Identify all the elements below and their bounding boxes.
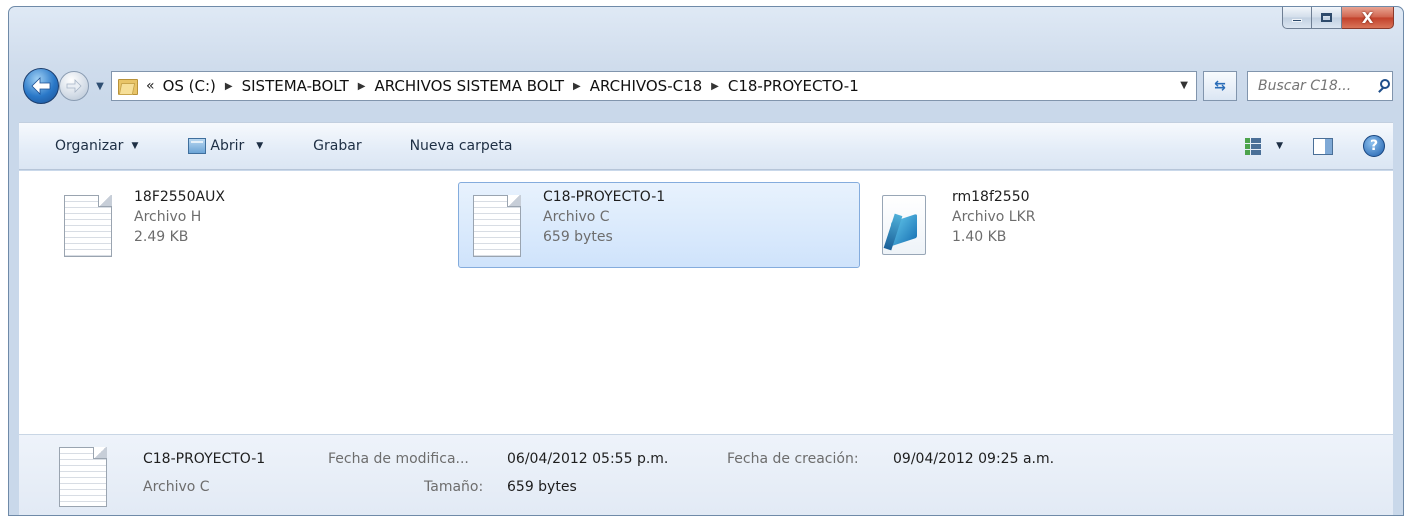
file-size: 2.49 KB [134,229,189,245]
breadcrumb-item-sistema-bolt[interactable]: SISTEMA-BOLT [242,77,349,95]
explorer-window: X ▼ « OS (C:) ▶ SISTEMA-BOLT ▶ ARCHIVOS … [8,6,1404,516]
folder-icon [118,77,140,95]
change-view-icon [1245,137,1262,155]
details-pane: C18-PROYECTO-1 Archivo C Fecha de modifi… [19,435,1393,515]
chevron-down-icon: ▼ [131,141,139,151]
file-item[interactable]: 18F2550AUX Archivo H 2.49 KB [49,182,451,268]
search-input[interactable] [1258,78,1376,94]
file-type: Archivo LKR [952,209,1036,225]
breadcrumb: « OS (C:) ▶ SISTEMA-BOLT ▶ ARCHIVOS SIST… [146,77,859,95]
refresh-icon: ⇆ [1214,78,1226,94]
notepad-document-icon [882,195,926,255]
breadcrumb-item-drive[interactable]: OS (C:) [163,77,216,95]
forward-button[interactable] [59,71,89,101]
close-button[interactable]: X [1342,7,1394,29]
details-created-label: Fecha de creación: [727,451,859,467]
minimize-button[interactable] [1282,7,1312,29]
details-modified-value: 06/04/2012 05:55 p.m. [507,451,669,467]
preview-pane-button[interactable] [1313,137,1333,155]
address-bar[interactable]: « OS (C:) ▶ SISTEMA-BOLT ▶ ARCHIVOS SIST… [111,71,1197,101]
burn-button[interactable]: Grabar [305,131,369,161]
file-type: Archivo H [134,209,202,225]
search-box[interactable] [1247,71,1393,101]
minimize-icon [1292,19,1302,22]
details-size-value: 659 bytes [507,479,577,495]
address-history-dropdown-icon[interactable]: ▼ [1180,80,1188,91]
file-list: 18F2550AUX Archivo H 2.49 KB C18-PROYECT… [19,171,1393,435]
details-created-value: 09/04/2012 09:25 a.m. [893,451,1055,467]
breadcrumb-separator-icon[interactable]: ▶ [225,81,233,92]
breadcrumb-item-archivos-c18[interactable]: ARCHIVOS-C18 [590,77,702,95]
file-size: 1.40 KB [952,229,1007,245]
file-item[interactable]: rm18f2550 Archivo LKR 1.40 KB [867,182,1269,268]
details-modified-label: Fecha de modifica... [328,451,469,467]
file-name: rm18f2550 [952,189,1030,205]
recent-pages-dropdown[interactable]: ▼ [92,76,108,96]
breadcrumb-item-c18-proyecto-1[interactable]: C18-PROYECTO-1 [728,77,859,95]
caption-buttons: X [1282,7,1394,33]
help-icon[interactable]: ? [1363,135,1385,157]
chevron-down-icon: ▼ [256,141,264,151]
chevron-down-icon: ▼ [1276,141,1283,151]
breadcrumb-item-archivos-sistema-bolt[interactable]: ARCHIVOS SISTEMA BOLT [374,77,564,95]
file-name: C18-PROYECTO-1 [543,189,666,205]
open-label: Abrir [210,138,245,154]
organize-button[interactable]: Organizar ▼ [47,131,146,161]
open-with-app-icon [188,138,207,154]
file-name: 18F2550AUX [134,189,225,205]
breadcrumb-overflow-button[interactable]: « [146,78,155,94]
navigation-bar: ▼ « OS (C:) ▶ SISTEMA-BOLT ▶ ARCHIVOS SI… [19,68,1393,104]
breadcrumb-separator-icon[interactable]: ▶ [573,81,581,92]
file-size: 659 bytes [543,229,613,245]
change-view-button[interactable]: ▼ [1245,137,1283,155]
details-file-name: C18-PROYECTO-1 [143,451,266,467]
breadcrumb-separator-icon[interactable]: ▶ [711,81,719,92]
close-icon: X [1361,8,1374,27]
view-controls: ▼ ? [1245,123,1385,169]
new-folder-button[interactable]: Nueva carpeta [402,131,521,161]
organize-label: Organizar [55,138,124,154]
forward-arrow-icon [66,79,82,93]
command-bar: Organizar ▼ Abrir ▼ Grabar Nueva carpeta… [19,122,1393,170]
burn-label: Grabar [313,138,362,154]
back-arrow-icon [31,77,51,95]
details-file-type: Archivo C [143,479,210,495]
search-icon[interactable] [1378,79,1392,93]
details-size-label: Tamaño: [424,479,484,495]
maximize-icon [1321,13,1332,22]
refresh-button[interactable]: ⇆ [1203,71,1237,101]
file-type: Archivo C [543,209,610,225]
breadcrumb-separator-icon[interactable]: ▶ [358,81,366,92]
chevron-down-icon: ▼ [96,80,104,92]
maximize-button[interactable] [1312,7,1342,29]
open-button[interactable]: Abrir ▼ [180,131,271,161]
back-button[interactable] [23,68,59,104]
file-item-selected[interactable]: C18-PROYECTO-1 Archivo C 659 bytes [458,182,860,268]
new-folder-label: Nueva carpeta [409,138,513,154]
